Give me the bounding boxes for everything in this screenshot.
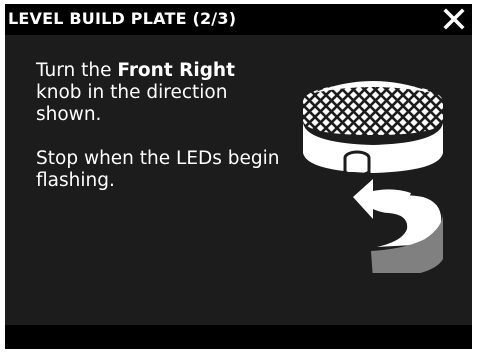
header-bar: LEVEL BUILD PLATE (2/3)	[5, 4, 472, 35]
leveling-knob-rotate-icon	[303, 81, 443, 273]
footer-bar	[5, 325, 472, 349]
instruction-text: Turn the Front Right knob in the directi…	[36, 60, 286, 192]
knob-name: Front Right	[117, 60, 235, 81]
level-build-plate-screen: LEVEL BUILD PLATE (2/3) Turn the Front R…	[0, 0, 477, 353]
page-title: LEVEL BUILD PLATE (2/3)	[8, 9, 237, 28]
content-panel: Turn the Front Right knob in the directi…	[5, 35, 472, 325]
instruction-stop: Stop when the LEDs begin flashing.	[36, 148, 280, 191]
close-icon	[443, 8, 465, 30]
close-button[interactable]	[442, 7, 466, 31]
instruction-turn-knob: Turn the Front Right knob in the directi…	[36, 60, 235, 125]
